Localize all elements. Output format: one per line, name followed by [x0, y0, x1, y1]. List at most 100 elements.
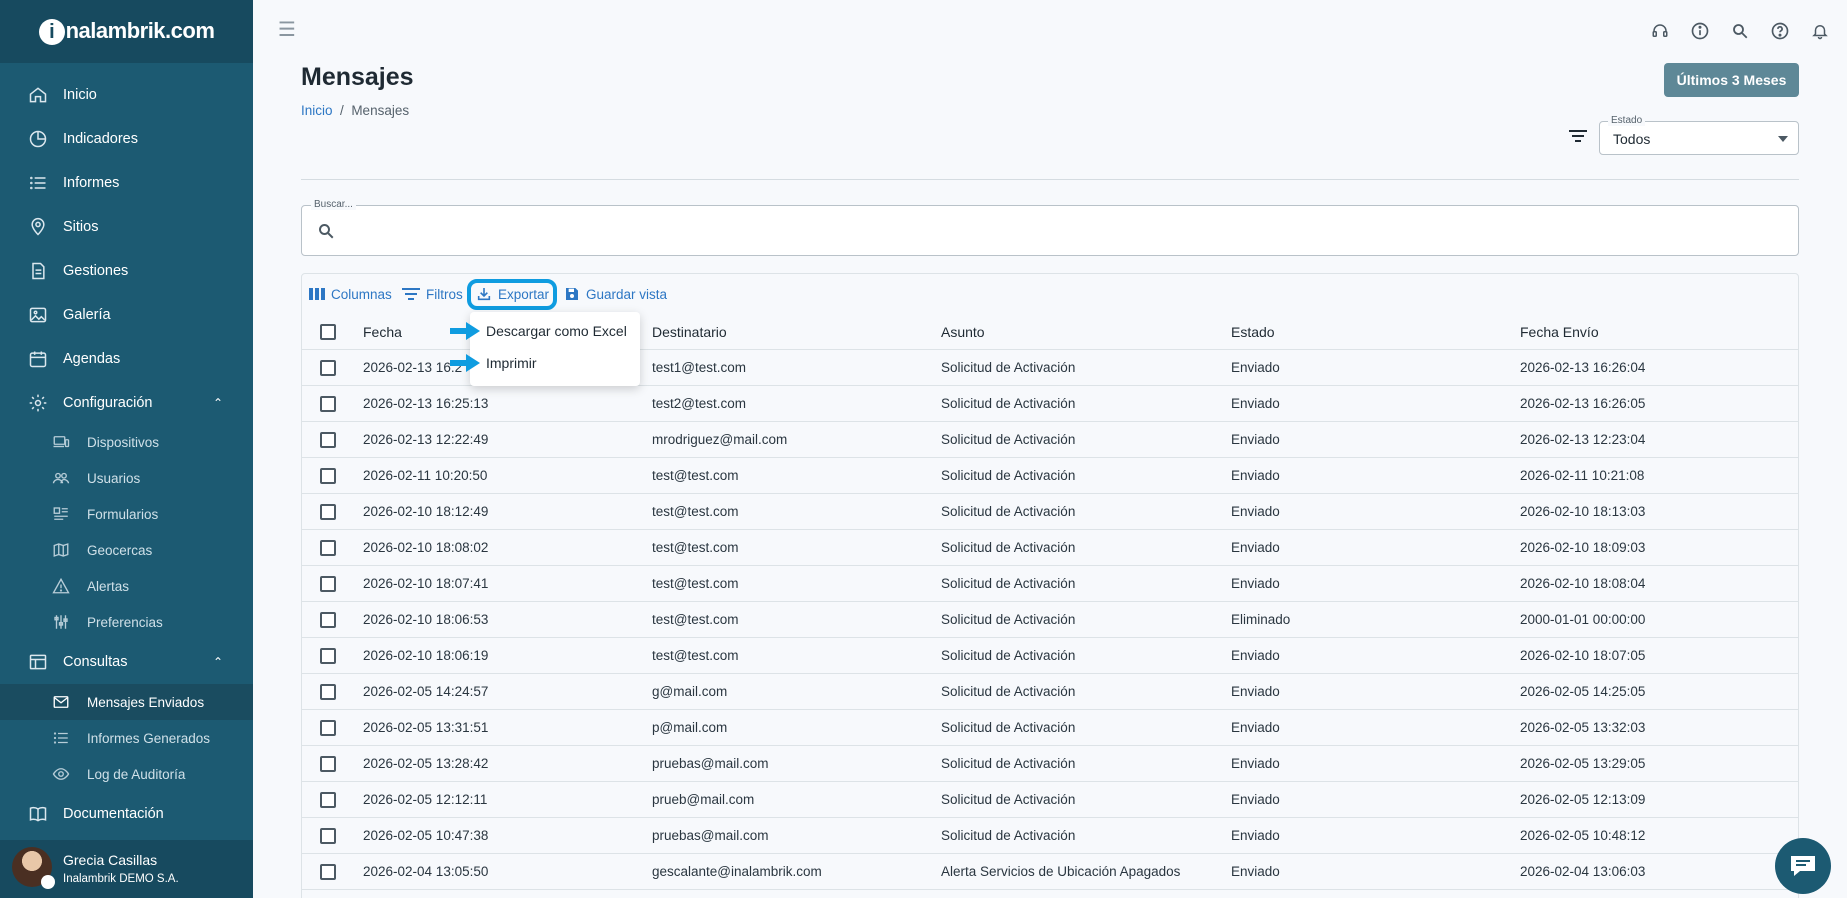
row-checkbox[interactable]	[320, 468, 336, 484]
eye-icon	[51, 765, 71, 783]
sidebar-item-gestiones[interactable]: Gestiones	[0, 251, 253, 291]
select-all-checkbox[interactable]	[320, 324, 336, 340]
table-row[interactable]: 2026-02-05 14:24:57 g@mail.com Solicitud d…	[302, 674, 1798, 710]
table-row[interactable]: 2026-02-10 18:06:53 test@test.com Solicitu…	[302, 602, 1798, 638]
row-checkbox[interactable]	[320, 828, 336, 844]
image-icon	[28, 305, 48, 325]
sidebar-item-label: Gestiones	[63, 263, 129, 279]
table-cell: Solicitud de Activación	[941, 504, 1076, 519]
sidebar-item-informes[interactable]: Informes	[0, 163, 253, 203]
table-row[interactable]: 2026-02-13 12:22:49 mrodriguez@mail.com So…	[302, 422, 1798, 458]
table-row[interactable]: 2026-02-05 13:28:42 pruebas@mail.com Solic…	[302, 746, 1798, 782]
user-profile[interactable]: Grecia Casillas Inalambrik DEMO S.A.	[0, 840, 253, 898]
breadcrumb-home-link[interactable]: Inicio	[301, 103, 333, 118]
row-checkbox[interactable]	[320, 540, 336, 556]
sidebar-subitem-geocercas[interactable]: Geocercas	[0, 532, 253, 568]
sidebar-item-agendas[interactable]: Agendas	[0, 339, 253, 379]
sidebar-subitem-mensajes-enviados[interactable]: Mensajes Enviados	[0, 684, 253, 720]
row-checkbox[interactable]	[320, 612, 336, 628]
table-cell: Solicitud de Activación	[941, 648, 1076, 663]
table-cell: Solicitud de Activación	[941, 612, 1076, 627]
table-row[interactable]: 2026-02-10 18:12:49 test@test.com Solicitu…	[302, 494, 1798, 530]
table-row[interactable]: 2026-02-11 10:20:50 test@test.com Solicitu…	[302, 458, 1798, 494]
search-icon[interactable]	[1729, 20, 1751, 42]
brand-logo[interactable]: i nalambrik.com	[38, 18, 215, 45]
column-header-destinatario[interactable]: Destinatario	[652, 324, 727, 340]
row-checkbox[interactable]	[320, 396, 336, 412]
search-input[interactable]	[346, 217, 1746, 245]
support-icon[interactable]	[1649, 20, 1671, 42]
table-row[interactable]: 2026-02-10 18:07:41 test@test.com Solicitu…	[302, 566, 1798, 602]
table-row[interactable]: 2026-02-04 13:05:50 gescalante@inalambrik…	[302, 854, 1798, 890]
user-org: Inalambrik DEMO S.A.	[63, 873, 179, 885]
export-menu: Descargar como Excel Imprimir	[470, 312, 640, 386]
sidebar-item-galeria[interactable]: Galería	[0, 295, 253, 335]
table-cell: 2026-02-13 12:22:49	[363, 432, 489, 447]
table-cell: Solicitud de Activación	[941, 684, 1076, 699]
table-cell: Enviado	[1231, 576, 1280, 591]
notification-bell-icon[interactable]	[1809, 20, 1831, 42]
menu-item-print[interactable]: Imprimir	[486, 355, 537, 371]
location-icon	[28, 217, 48, 237]
column-header-asunto[interactable]: Asunto	[941, 324, 985, 340]
table-cell: Solicitud de Activación	[941, 828, 1076, 843]
column-header-estado[interactable]: Estado	[1231, 324, 1275, 340]
sidebar-subitem-informes-generados[interactable]: Informes Generados	[0, 720, 253, 756]
sidebar-item-documentacion[interactable]: Documentación	[0, 794, 253, 834]
table-row[interactable]: 2026-02-13 16:25:13 test2@test.com Solicit…	[302, 386, 1798, 422]
date-range-button[interactable]: Últimos 3 Meses	[1664, 63, 1799, 97]
filter-icon[interactable]	[1568, 128, 1590, 148]
table-row[interactable]: 2026-02-05 10:47:38 pruebas@mail.com Solic…	[302, 818, 1798, 854]
row-checkbox[interactable]	[320, 864, 336, 880]
help-icon[interactable]	[1769, 20, 1791, 42]
row-checkbox[interactable]	[320, 720, 336, 736]
sidebar-item-sitios[interactable]: Sitios	[0, 207, 253, 247]
row-checkbox[interactable]	[320, 576, 336, 592]
row-checkbox[interactable]	[320, 792, 336, 808]
sidebar-subitem-formularios[interactable]: Formularios	[0, 496, 253, 532]
save-view-button[interactable]: Guardar vista	[564, 283, 667, 305]
top-actions	[1649, 20, 1831, 42]
calendar-icon	[28, 349, 48, 369]
row-checkbox[interactable]	[320, 432, 336, 448]
info-icon[interactable]	[1689, 20, 1711, 42]
table-cell: pruebas@mail.com	[652, 828, 769, 843]
row-checkbox[interactable]	[320, 360, 336, 376]
menu-item-excel[interactable]: Descargar como Excel	[486, 323, 627, 339]
table-cell: 2026-02-13 16:25:13	[363, 396, 489, 411]
sidebar-item-indicadores[interactable]: Indicadores	[0, 119, 253, 159]
breadcrumb-current: Mensajes	[351, 103, 410, 118]
filters-button[interactable]: Filtros	[402, 283, 463, 305]
sidebar-item-configuracion[interactable]: Configuración ⌃	[0, 383, 253, 423]
row-checkbox[interactable]	[320, 504, 336, 520]
table-cell: Enviado	[1231, 648, 1280, 663]
sidebar-item-label: Mensajes Enviados	[87, 694, 205, 710]
table-cell: 2026-02-05 10:47:38	[363, 828, 489, 843]
table-cell: prueb@mail.com	[652, 792, 755, 807]
sidebar-item-consultas[interactable]: Consultas ⌃	[0, 642, 253, 682]
table-row[interactable]: 2026-02-05 12:12:11 prueb@mail.com Solicit…	[302, 782, 1798, 818]
table-cell: 2026-02-05 12:13:09	[1520, 792, 1646, 807]
column-header-fecha-envio[interactable]: Fecha Envío	[1520, 324, 1599, 340]
chat-button[interactable]	[1775, 838, 1831, 894]
sidebar-subitem-usuarios[interactable]: Usuarios	[0, 460, 253, 496]
row-checkbox[interactable]	[320, 756, 336, 772]
sidebar-subitem-alertas[interactable]: Alertas	[0, 568, 253, 604]
table-row[interactable]: 2026-02-10 18:08:02 test@test.com Solicitu…	[302, 530, 1798, 566]
columns-button[interactable]: Columnas	[309, 283, 392, 305]
sidebar-item-label: Documentación	[63, 806, 164, 822]
table-cell: 2026-02-13 16:2	[363, 360, 463, 375]
sidebar-subitem-log-de-auditoria[interactable]: Log de Auditoría	[0, 756, 253, 792]
estado-select[interactable]: Estado Todos	[1599, 115, 1799, 155]
hamburger-menu-icon[interactable]: ☰	[278, 20, 298, 40]
table-row[interactable]: 2026-02-05 13:31:51 p@mail.com Solicitud d…	[302, 710, 1798, 746]
sidebar-item-inicio[interactable]: Inicio	[0, 75, 253, 115]
row-checkbox[interactable]	[320, 648, 336, 664]
table-cell: 2026-02-13 16:26:04	[1520, 360, 1646, 375]
table-cell: 2026-02-05 10:48:12	[1520, 828, 1646, 843]
sidebar-subitem-dispositivos[interactable]: Dispositivos	[0, 424, 253, 460]
row-checkbox[interactable]	[320, 684, 336, 700]
table-row[interactable]: 2026-02-10 18:06:19 test@test.com Solicitu…	[302, 638, 1798, 674]
sidebar-subitem-preferencias[interactable]: Preferencias	[0, 604, 253, 640]
column-header-fecha[interactable]: Fecha	[363, 324, 402, 340]
